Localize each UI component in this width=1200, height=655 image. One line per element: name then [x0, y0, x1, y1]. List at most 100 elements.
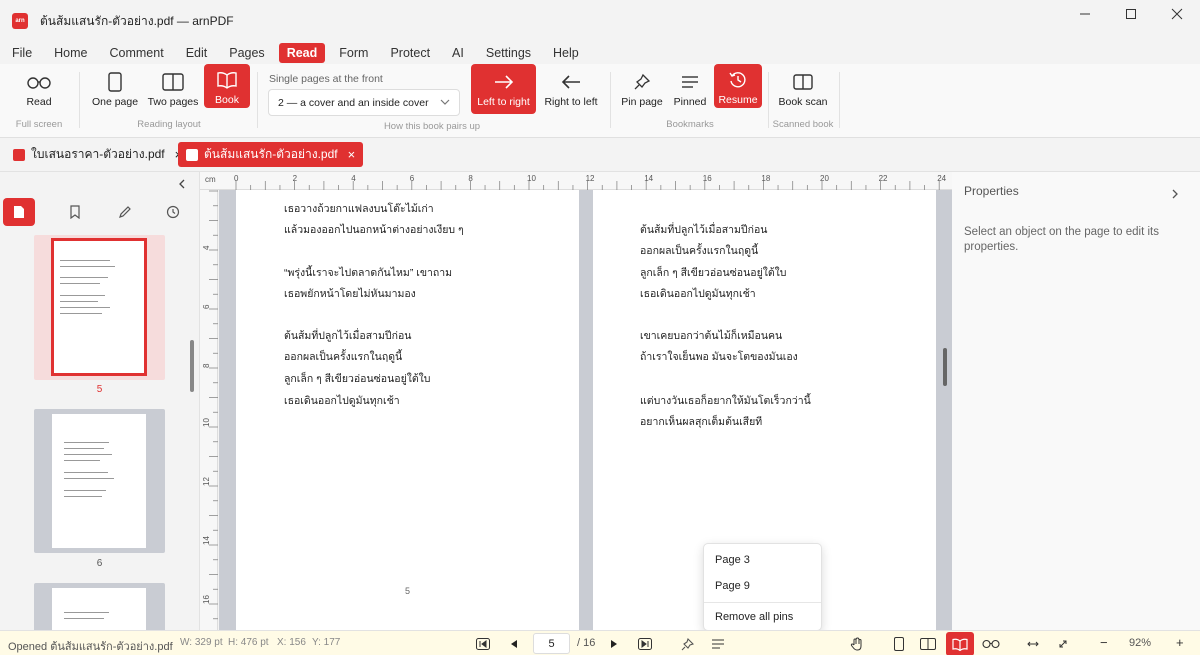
menu-settings[interactable]: Settings [478, 43, 539, 63]
triangle-right-icon [611, 640, 617, 648]
menu-form[interactable]: Form [331, 43, 376, 63]
document-view[interactable]: เธอวางถ้วยกาแฟลงบนโต๊ะไม้เก่า แล้วมองออก… [219, 190, 952, 630]
menu-read[interactable]: Read [278, 43, 326, 63]
thumbnail-page-6[interactable] [34, 409, 165, 553]
pdf-file-icon [13, 148, 25, 161]
thumbnail-page-5[interactable] [34, 235, 165, 380]
reading-mode-button[interactable] [982, 635, 1000, 653]
expand-properties-button[interactable] [1171, 188, 1179, 200]
book-view-button[interactable] [946, 632, 974, 655]
first-page-button[interactable] [474, 635, 492, 653]
thumbnail-page-image [52, 414, 146, 548]
thumbnail-page-image [52, 588, 146, 630]
chevron-down-icon [440, 99, 450, 105]
title-bar: arn ต้นส้มแสนรัก-ตัวอย่าง.pdf — arnPDF [0, 0, 1200, 42]
single-page-view-button[interactable] [890, 635, 908, 653]
book-icon [952, 638, 968, 651]
book-scan-button[interactable]: Book scan [776, 64, 830, 114]
menu-home[interactable]: Home [46, 43, 95, 63]
pairing-label: Single pages at the front [269, 73, 383, 85]
book-button[interactable]: Book [204, 64, 250, 108]
panel-tab-pages[interactable] [3, 198, 35, 226]
read-fullscreen-button[interactable]: Read [14, 64, 64, 114]
pin-icon [634, 73, 651, 90]
zoom-level[interactable]: 92% [1129, 637, 1151, 649]
pairing-select[interactable]: 2 — a cover and an inside cover [268, 89, 460, 116]
close-tab-button[interactable]: × [348, 147, 356, 162]
menu-ai[interactable]: AI [444, 43, 472, 63]
pinned-page-item[interactable]: Page 9 [715, 580, 750, 592]
panel-tab-annotations[interactable] [109, 198, 141, 226]
ruler-tick-label: 8 [202, 363, 211, 368]
pin-page-button[interactable]: Pin page [618, 64, 666, 114]
fit-width-button[interactable] [1024, 635, 1042, 653]
tab-orange-tree-document[interactable]: ต้นส้มแสนรัก-ตัวอย่าง.pdf × [178, 142, 364, 167]
one-page-button[interactable]: One page [90, 64, 140, 114]
maximize-button[interactable] [1108, 0, 1154, 28]
status-x: X: 156 [277, 637, 306, 648]
group-label-reading-layout: Reading layout [137, 119, 201, 130]
pen-icon [119, 206, 131, 218]
pinned-button[interactable]: Pinned [670, 64, 710, 114]
book-icon [217, 72, 237, 89]
thumbnail-scrollbar[interactable] [190, 340, 194, 392]
left-to-right-button[interactable]: Left to right [471, 64, 536, 114]
list-icon [682, 76, 698, 88]
text-line: เขาเคยบอกว่าต้นไม้ก็เหมือนคน [640, 330, 783, 342]
hand-tool-button[interactable] [848, 635, 866, 653]
ribbon-separator [610, 72, 611, 128]
right-to-left-button[interactable]: Right to left [540, 64, 602, 114]
menu-help[interactable]: Help [545, 43, 587, 63]
panel-tab-bookmarks[interactable] [59, 198, 91, 226]
zoom-in-button[interactable]: + [1176, 635, 1184, 650]
window-controls [1062, 0, 1200, 28]
maximize-icon [1126, 9, 1136, 19]
pinned-pages-status-button[interactable] [709, 635, 727, 653]
menu-protect[interactable]: Protect [382, 43, 438, 63]
zoom-out-button[interactable]: − [1100, 635, 1108, 650]
page-icon [14, 206, 24, 218]
pin-icon [681, 637, 694, 650]
thumbnail-page-7[interactable] [34, 583, 165, 630]
pin-page-status-button[interactable] [678, 635, 696, 653]
first-page-icon [476, 638, 490, 650]
last-page-button[interactable] [636, 635, 654, 653]
collapse-panel-button[interactable] [177, 178, 187, 190]
book-scan-icon [793, 74, 813, 90]
ruler-tick-label: 10 [202, 418, 211, 427]
two-page-view-button[interactable] [919, 635, 937, 653]
group-label-full-screen: Full screen [15, 119, 63, 130]
tab-quote-document[interactable]: ใบเสนอราคา-ตัวอย่าง.pdf × [5, 142, 190, 167]
status-y: Y: 177 [312, 637, 341, 648]
menu-file[interactable]: File [4, 43, 40, 63]
hand-icon [850, 637, 862, 651]
ribbon: Read Full screen One page Two pages Book… [0, 64, 1200, 138]
history-icon [166, 205, 180, 219]
previous-page-button[interactable] [505, 635, 523, 653]
menu-edit[interactable]: Edit [178, 43, 216, 63]
next-page-button[interactable] [605, 635, 623, 653]
menu-comment[interactable]: Comment [102, 43, 172, 63]
current-page-input[interactable] [533, 633, 570, 654]
fit-page-button[interactable] [1054, 635, 1072, 653]
text-line: “พรุ่งนี้เราจะไปตลาดกันไหม” เขาถาม [284, 267, 453, 279]
two-pages-button[interactable]: Two pages [146, 64, 200, 114]
ruler-tick-label: 24 [937, 174, 946, 183]
document-scrollbar[interactable] [943, 348, 947, 386]
horizontal-ruler-ticks: 0 2 4 6 8 10 12 14 16 18 20 22 24 [234, 174, 947, 190]
properties-title: Properties [964, 184, 1019, 198]
menu-pages[interactable]: Pages [221, 43, 272, 63]
pinned-page-item[interactable]: Page 3 [715, 554, 750, 566]
resume-button[interactable]: Resume [714, 64, 762, 108]
close-icon [1171, 8, 1183, 20]
text-line: ถ้าเราใจเย็นพอ มันจะโตของมันเอง [640, 351, 798, 363]
close-window-button[interactable] [1154, 0, 1200, 28]
text-line: เธอวางถ้วยกาแฟลงบนโต๊ะไม้เก่า [284, 203, 434, 215]
ribbon-separator [257, 72, 258, 128]
panel-tab-history[interactable] [157, 198, 189, 226]
single-page-icon [108, 72, 122, 92]
bookmark-icon [70, 205, 80, 219]
minimize-button[interactable] [1062, 0, 1108, 28]
remove-all-pins-button[interactable]: Remove all pins [715, 611, 793, 623]
horizontal-ruler: 0 2 4 6 8 10 12 14 16 18 20 22 24 [200, 172, 952, 190]
